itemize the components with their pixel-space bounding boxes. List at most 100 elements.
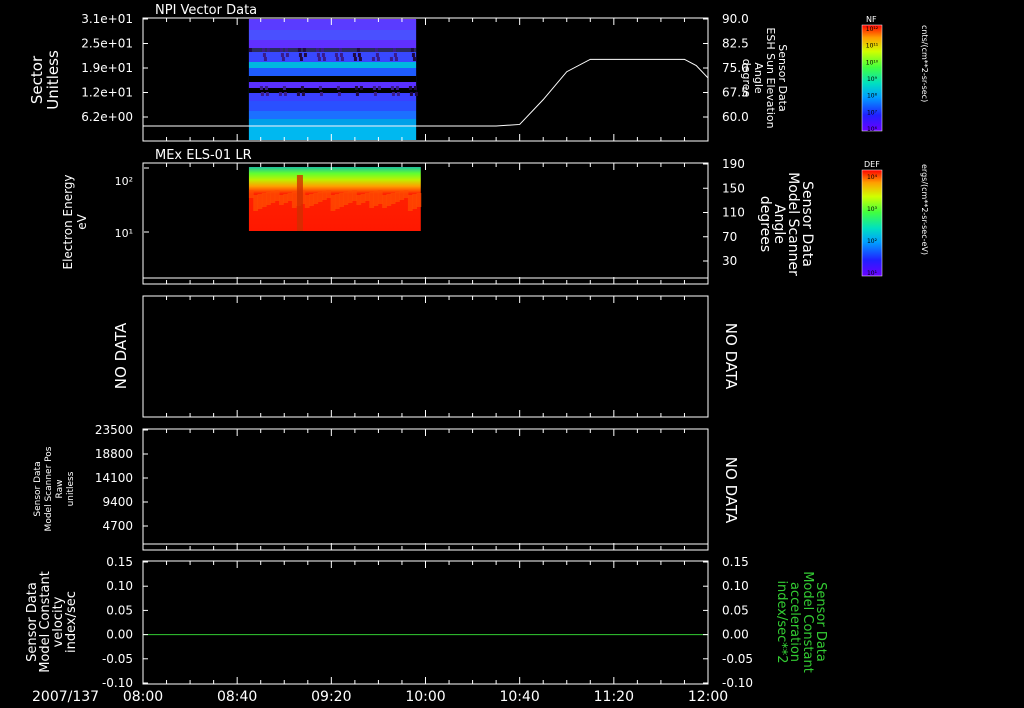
left-tick-label: 23500 bbox=[95, 423, 133, 437]
right-tick-label: 0.05 bbox=[722, 603, 749, 617]
p1-frame bbox=[142, 17, 709, 142]
p2-heat-cell bbox=[356, 195, 362, 205]
left-tick-label: -0.10 bbox=[102, 676, 133, 690]
p1-colorbar-tick: 10⁸ bbox=[867, 93, 878, 100]
p1-heat-speck bbox=[336, 86, 340, 90]
left-tick-label: 4700 bbox=[102, 519, 133, 533]
p1-heat-speck bbox=[355, 92, 359, 96]
p2-heat-cell bbox=[321, 191, 327, 200]
p1-heat-speck bbox=[376, 57, 380, 61]
p3-left-no-data: NO DATA bbox=[112, 322, 130, 389]
p2-heat-spike bbox=[296, 175, 303, 231]
time-tick-label: 09:20 bbox=[311, 689, 351, 705]
right-tick-label: 0.00 bbox=[722, 628, 749, 642]
left-tick-label: 0.05 bbox=[106, 603, 133, 617]
p1-heat-band bbox=[248, 76, 417, 82]
left-tick-label: 2.5e+01 bbox=[81, 37, 133, 51]
left-tick-label: 1.9e+01 bbox=[81, 61, 133, 75]
p1-heat-speck bbox=[319, 92, 323, 96]
right-tick-label: 190 bbox=[722, 157, 745, 171]
p1-heat-speck bbox=[375, 53, 379, 57]
p1-heat-speck bbox=[279, 48, 283, 52]
p2-heat-cell bbox=[390, 193, 396, 204]
p1-colorbar-label: NF bbox=[866, 15, 877, 24]
p3-time-ticks bbox=[142, 296, 709, 417]
p2-heat-cell bbox=[274, 190, 280, 201]
p1-heat-speck bbox=[298, 53, 302, 57]
p1-heat-speck bbox=[285, 53, 289, 57]
p4-ylabel-0: Sensor Data bbox=[33, 461, 43, 516]
time-tick-label: 08:00 bbox=[123, 689, 163, 705]
p1-heat-speck bbox=[321, 53, 325, 57]
p1-sun-elevation-line bbox=[143, 58, 709, 127]
p1-heat-speck bbox=[261, 48, 265, 52]
p1-heat-speck bbox=[262, 53, 266, 57]
time-tick-label: 08:40 bbox=[217, 689, 257, 705]
p2-heat-cell bbox=[266, 192, 271, 205]
p2-rlabel-3: degrees bbox=[757, 196, 773, 252]
p2-heat-cell bbox=[304, 195, 310, 208]
p2-heat-cell bbox=[382, 195, 387, 208]
p1-heat-speck bbox=[263, 57, 267, 61]
p2-ytick-1: 10¹ bbox=[115, 227, 133, 240]
p1-heat-band bbox=[248, 68, 417, 76]
p2-time-ticks bbox=[142, 163, 709, 284]
p2-heat-cell bbox=[313, 193, 319, 204]
p5-right-ticks: 0.15 0.10 0.05 0.00 -0.05 -0.10 bbox=[703, 555, 753, 690]
p1-heat-speck bbox=[299, 57, 303, 61]
p4-left-ticks: 23500 18800 14100 9400 4700 bbox=[95, 423, 148, 533]
p2-heat-cell bbox=[407, 195, 413, 211]
p1-heat-band bbox=[248, 30, 417, 40]
p1-heat-speck bbox=[339, 53, 343, 57]
p2-ytick-0: 10² bbox=[115, 175, 133, 188]
p1-heatmap-bands bbox=[248, 20, 418, 140]
p2-heat-cell bbox=[347, 191, 353, 203]
p3-frame bbox=[142, 295, 709, 418]
p2-heat-cell bbox=[373, 191, 379, 206]
left-tick-label: 0.00 bbox=[106, 628, 133, 642]
p2-ylabel-energy: Electron Energy bbox=[61, 174, 75, 269]
p1-heat-speck bbox=[395, 86, 399, 90]
p2-heat-cell bbox=[253, 195, 259, 211]
p1-heat-band bbox=[248, 93, 417, 101]
left-tick-label: 6.2e+00 bbox=[81, 110, 133, 124]
p1-heat-speck bbox=[320, 48, 324, 52]
p1-heat-speck bbox=[410, 48, 414, 52]
p1-heat-band bbox=[248, 62, 417, 68]
p3-right-no-data: NO DATA bbox=[722, 323, 740, 390]
p2-colorbar-unit: ergs/(cm**2-sr-sec-eV) bbox=[920, 164, 929, 255]
p2-heat-cell bbox=[377, 190, 383, 204]
p2-heat-cell bbox=[261, 193, 267, 207]
p1-rlabel-3: degree bbox=[740, 59, 753, 98]
p1-heat-speck bbox=[259, 86, 263, 90]
p2-colorbar bbox=[862, 170, 882, 276]
p1-heat-speck bbox=[408, 86, 412, 90]
p1-heat-speck bbox=[315, 48, 319, 52]
p2-heat-cell bbox=[360, 194, 366, 203]
p1-colorbar-tick: 10⁶ bbox=[867, 126, 878, 133]
p2-frame bbox=[142, 162, 709, 285]
left-tick-label: 0.15 bbox=[106, 555, 133, 569]
p1-heat-speck bbox=[390, 86, 394, 90]
p1-colorbar-tick: 10¹¹ bbox=[866, 43, 879, 50]
p1-heat-speck bbox=[301, 92, 305, 96]
p2-heat-cell bbox=[309, 194, 314, 206]
p1-heat-speck bbox=[412, 57, 416, 61]
p2-heat-cell bbox=[248, 190, 254, 198]
p1-heat-speck bbox=[359, 86, 363, 90]
p1-heat-band bbox=[248, 111, 417, 119]
right-tick-label: -0.10 bbox=[722, 676, 753, 690]
p1-heat-speck bbox=[393, 53, 397, 57]
p2-heat-cell bbox=[395, 192, 400, 202]
p1-heat-speck bbox=[413, 86, 417, 90]
p1-colorbar-tick: 10⁷ bbox=[867, 109, 878, 116]
p1-colorbar-unit: cnts/(cm**2-sr-sec) bbox=[920, 25, 929, 102]
p2-colorbar-tick: 10⁴ bbox=[867, 174, 878, 181]
p1-heat-speck bbox=[358, 57, 362, 61]
p2-heat-cell bbox=[257, 194, 263, 209]
time-tick-label: 10:40 bbox=[499, 689, 539, 705]
p1-heat-speck bbox=[414, 92, 418, 96]
panel-no-data: NO DATA NO DATA bbox=[112, 295, 740, 418]
p1-heat-speck bbox=[356, 48, 360, 52]
p1-heat-speck bbox=[316, 53, 320, 57]
